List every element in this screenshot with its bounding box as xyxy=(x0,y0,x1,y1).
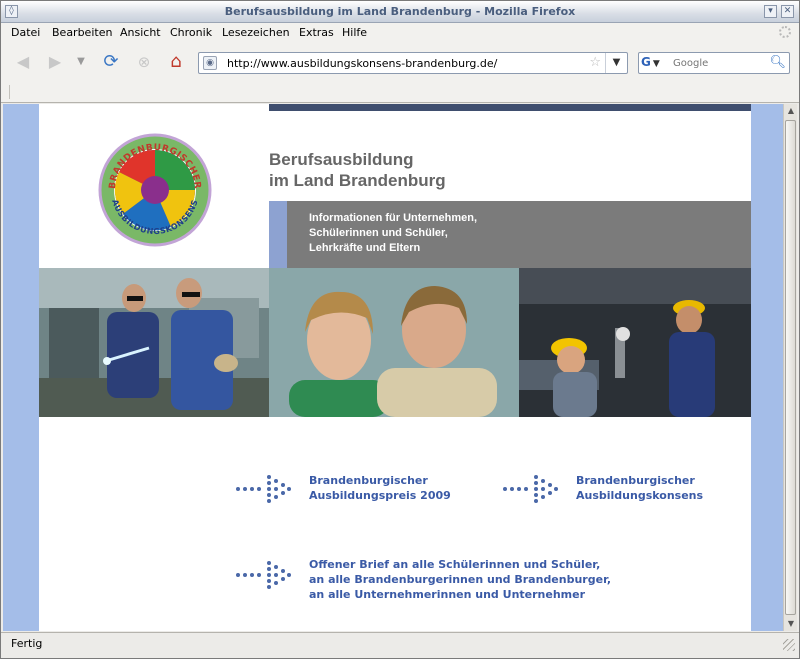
dotted-arrow-icon xyxy=(503,475,558,503)
stop-button[interactable]: ⊗ xyxy=(134,52,154,72)
search-bar[interactable]: G▼ 🔍︎ xyxy=(638,52,790,74)
toolbar-grip xyxy=(9,85,10,99)
dotted-arrow-icon xyxy=(236,475,291,503)
web-page: BRANDENBURGISCHER AUSBILDUNGSKONSENS Ber… xyxy=(39,104,751,631)
reload-button[interactable]: ⟳ xyxy=(101,52,121,72)
info-box-stripe xyxy=(269,201,287,268)
menu-bearbeiten[interactable]: Bearbeiten xyxy=(52,26,112,39)
chevron-down-icon: ▼ xyxy=(612,57,621,68)
scrollbar-thumb[interactable] xyxy=(785,120,796,615)
link-ausbildungskonsens[interactable]: Brandenburgischer Ausbildungskonsens xyxy=(502,473,732,507)
search-go-icon[interactable]: 🔍︎ xyxy=(769,55,786,70)
search-input[interactable] xyxy=(673,56,769,70)
info-box: Informationen für Unternehmen, Schülerin… xyxy=(269,201,751,268)
history-dropdown-button[interactable]: ▼ xyxy=(75,52,87,72)
url-bar[interactable]: ◉ http://www.ausbildungskonsens-brandenb… xyxy=(198,52,628,74)
menu-datei[interactable]: Datei xyxy=(11,26,40,39)
info-box-text: Informationen für Unternehmen, Schülerin… xyxy=(309,211,477,256)
chevron-down-icon: ▼ xyxy=(77,56,85,67)
photo-welding-apprentices xyxy=(39,268,269,417)
url-history-dropdown[interactable]: ▼ xyxy=(605,53,627,73)
title-bar: ◊ Berufsausbildung im Land Brandenburg -… xyxy=(1,1,799,23)
scroll-up-icon[interactable]: ▲ xyxy=(784,104,798,118)
link-offener-brief[interactable]: Offener Brief an alle Schülerinnen und S… xyxy=(235,557,655,607)
reload-icon: ⟳ xyxy=(103,51,119,72)
menu-lesezeichen[interactable]: Lesezeichen xyxy=(222,26,290,39)
menu-chronik[interactable]: Chronik xyxy=(170,26,212,39)
info-line-1: Informationen für Unternehmen, xyxy=(309,212,478,224)
link-label[interactable]: Brandenburgischer Ausbildungskonsens xyxy=(576,473,703,503)
browser-window: ◊ Berufsausbildung im Land Brandenburg -… xyxy=(0,0,800,659)
home-button[interactable]: ⌂ xyxy=(166,52,186,72)
menu-bar: Datei Bearbeiten Ansicht Chronik Lesezei… xyxy=(1,23,799,43)
chevron-down-icon: ▼ xyxy=(652,59,660,69)
page-top-bar xyxy=(269,104,751,111)
info-line-3: Lehrkräfte und Eltern xyxy=(309,242,421,254)
status-text: Fertig xyxy=(11,637,43,650)
home-icon: ⌂ xyxy=(170,51,182,72)
vertical-scrollbar[interactable]: ▲ ▼ xyxy=(783,104,797,631)
photo-two-students xyxy=(269,268,519,417)
stop-icon: ⊗ xyxy=(137,53,151,71)
link-section: Brandenburgischer Ausbildungspreis 2009 xyxy=(39,417,751,631)
scroll-down-icon[interactable]: ▼ xyxy=(784,617,798,631)
window-title: Berufsausbildung im Land Brandenburg - M… xyxy=(224,5,576,18)
minimize-button[interactable]: ▾ xyxy=(764,5,777,18)
search-engine-selector[interactable]: G ▼ xyxy=(641,55,671,71)
navigation-toolbar: ◀ ▶ ▼ ⟳ ⊗ ⌂ ◉ http://www.ausbildungskons… xyxy=(1,43,799,81)
headline-line-2: im Land Brandenburg xyxy=(269,171,446,190)
menu-extras[interactable]: Extras xyxy=(299,26,334,39)
content-viewport: BRANDENBURGISCHER AUSBILDUNGSKONSENS Ber… xyxy=(3,104,783,631)
google-icon: G xyxy=(641,55,651,69)
url-text[interactable]: http://www.ausbildungskonsens-brandenbur… xyxy=(227,57,497,70)
forward-arrow-icon: ▶ xyxy=(48,52,62,71)
status-bar: Fertig xyxy=(1,632,799,654)
menu-hilfe[interactable]: Hilfe xyxy=(342,26,367,39)
close-button[interactable]: ✕ xyxy=(781,5,794,18)
page-headline: Berufsausbildung im Land Brandenburg xyxy=(269,149,446,191)
link-ausbildungspreis[interactable]: Brandenburgischer Ausbildungspreis 2009 xyxy=(235,473,495,507)
forward-button[interactable]: ▶ xyxy=(45,52,65,72)
headline-line-1: Berufsausbildung xyxy=(269,150,414,169)
photo-workshop-mechanics xyxy=(519,268,751,417)
link-label[interactable]: Offener Brief an alle Schülerinnen und S… xyxy=(309,557,611,602)
activity-throbber-icon xyxy=(779,26,791,38)
back-arrow-icon: ◀ xyxy=(16,52,30,71)
menu-ansicht[interactable]: Ansicht xyxy=(120,26,161,39)
bookmarks-toolbar xyxy=(1,81,799,103)
bookmark-star-icon[interactable]: ☆ xyxy=(589,55,601,70)
link-label[interactable]: Brandenburgischer Ausbildungspreis 2009 xyxy=(309,473,451,503)
site-identity-icon[interactable]: ◉ xyxy=(203,56,217,70)
info-line-2: Schülerinnen und Schüler, xyxy=(309,227,448,239)
dotted-arrow-icon xyxy=(236,561,291,589)
brandenburg-logo[interactable]: BRANDENBURGISCHER AUSBILDUNGSKONSENS xyxy=(97,132,213,248)
resize-grip-icon[interactable] xyxy=(783,639,795,651)
back-button[interactable]: ◀ xyxy=(13,52,33,72)
